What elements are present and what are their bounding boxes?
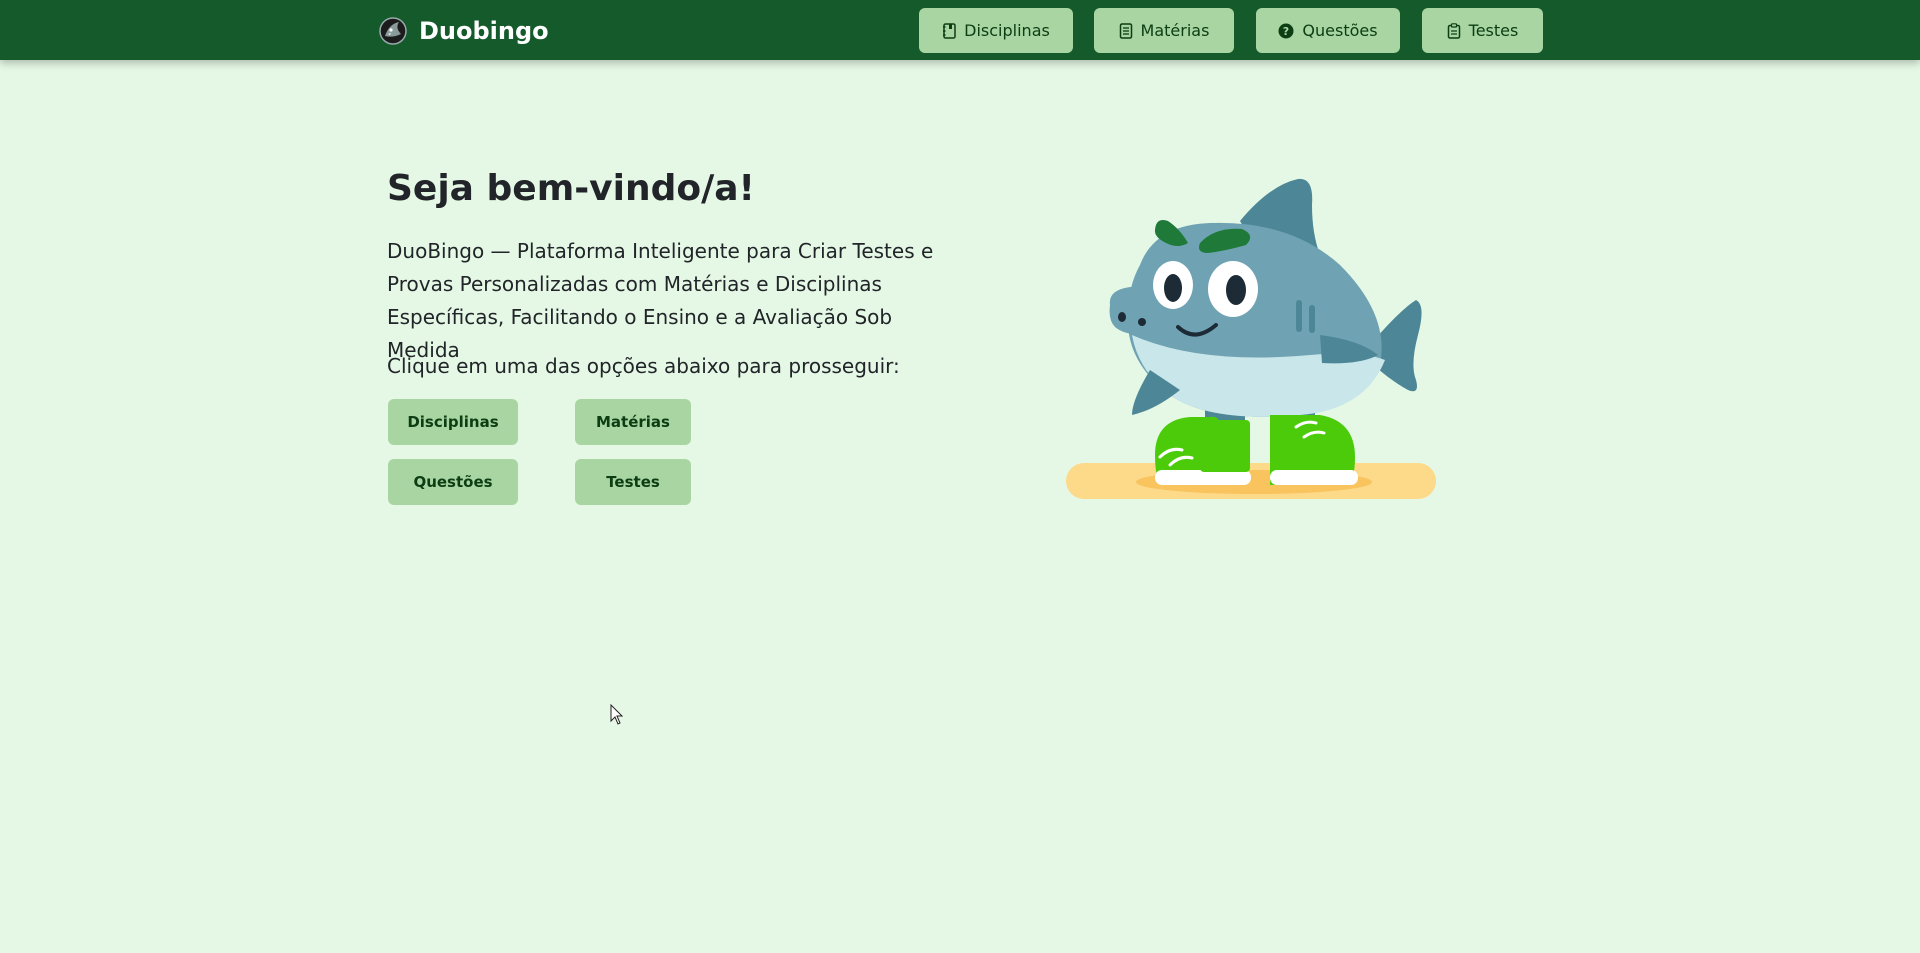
gill-2: [1309, 305, 1315, 333]
page-title: Seja bem-vindo/a!: [387, 168, 755, 209]
mouse-cursor-icon: [610, 704, 624, 725]
nav-questoes-label: Questões: [1302, 21, 1378, 40]
nav-materias-label: Matérias: [1140, 21, 1210, 40]
document-list-icon: [1119, 22, 1132, 39]
left-pupil: [1164, 274, 1182, 302]
brand-link[interactable]: Duobingo: [379, 15, 549, 47]
brand-name: Duobingo: [419, 17, 549, 45]
nav-materias-button[interactable]: Matérias: [1094, 8, 1234, 53]
nav-disciplinas-button[interactable]: Disciplinas: [919, 8, 1073, 53]
gill-1: [1296, 300, 1302, 332]
option-questoes-button[interactable]: Questões: [388, 459, 518, 505]
svg-text:?: ?: [1283, 25, 1289, 38]
shark-mascot-illustration: [1066, 178, 1436, 499]
hero-description: DuoBingo — Plataforma Inteligente para C…: [387, 239, 934, 362]
hero-prompt: Clique em uma das opções abaixo para pro…: [387, 354, 900, 378]
right-shoe-sole: [1270, 470, 1358, 485]
clipboard-icon: [1447, 22, 1460, 39]
nav-testes-button[interactable]: Testes: [1422, 8, 1543, 53]
option-materias-button[interactable]: Matérias: [575, 399, 691, 445]
shark-logo-icon: [379, 17, 407, 45]
nav-disciplinas-label: Disciplinas: [964, 21, 1050, 40]
notebook-icon: [943, 22, 956, 39]
left-shoe-sole: [1155, 470, 1251, 485]
right-pupil: [1226, 275, 1246, 305]
question-circle-icon: ?: [1278, 23, 1294, 38]
right-nostril: [1138, 318, 1146, 326]
nav-questoes-button[interactable]: ? Questões: [1256, 8, 1400, 53]
nav-testes-label: Testes: [1468, 21, 1519, 40]
top-navbar: Duobingo Disciplinas Matérias ? Questões: [0, 0, 1920, 60]
option-testes-button[interactable]: Testes: [575, 459, 691, 505]
option-disciplinas-button[interactable]: Disciplinas: [388, 399, 518, 445]
left-nostril: [1118, 312, 1126, 322]
